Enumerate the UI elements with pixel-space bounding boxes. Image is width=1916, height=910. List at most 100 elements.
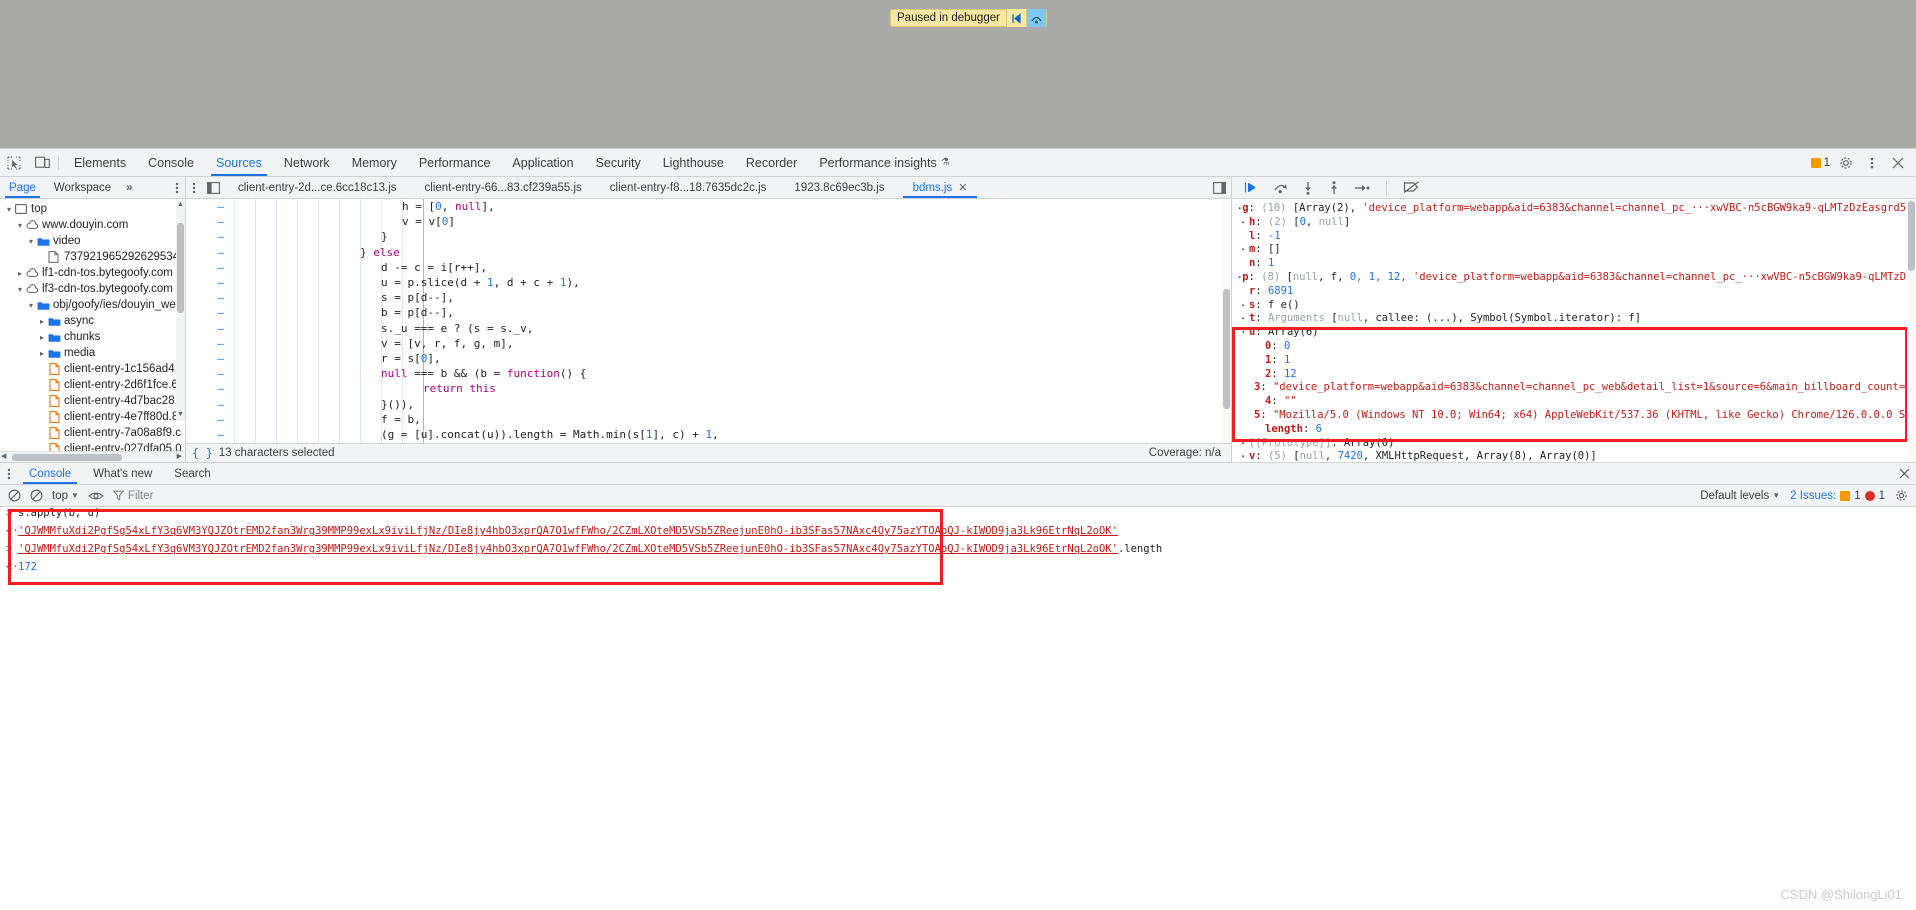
- line-gutter[interactable]: –: [186, 291, 230, 304]
- console-log-levels-dropdown[interactable]: Default levels ▼: [1700, 490, 1780, 502]
- file-tree-item[interactable]: lf1-cdn-tos.bytegoofy.com: [0, 265, 185, 281]
- tab-console[interactable]: Console: [137, 149, 205, 176]
- scope-variable-row[interactable]: 0: 0: [1238, 340, 1916, 354]
- file-tree-item[interactable]: client-entry-027dfa05.0: [0, 441, 185, 451]
- resume-script-icon[interactable]: [1006, 9, 1026, 27]
- close-icon[interactable]: ✕: [958, 181, 967, 194]
- tab-sources[interactable]: Sources: [205, 149, 273, 176]
- expand-twisty-icon[interactable]: ▸: [1238, 450, 1249, 462]
- code-line[interactable]: –b = p[d--],: [186, 305, 1231, 320]
- code-line[interactable]: –s._u === e ? (s = s._v,: [186, 321, 1231, 336]
- tree-twisty-icon[interactable]: [37, 317, 47, 326]
- scroll-right-icon[interactable]: ▶: [177, 452, 182, 460]
- file-tree-item[interactable]: obj/goofy/ies/douyin_we: [0, 297, 185, 313]
- step-into-next-call-icon[interactable]: [1302, 181, 1314, 195]
- scope-variable-row[interactable]: length: 6: [1238, 423, 1916, 437]
- tree-twisty-icon[interactable]: [15, 269, 25, 278]
- step-icon[interactable]: [1354, 182, 1370, 194]
- issues-summary[interactable]: 2 Issues: 1 1: [1790, 490, 1885, 502]
- deactivate-breakpoints-icon[interactable]: [1403, 181, 1420, 194]
- file-tab-0[interactable]: client-entry-2d...ce.6cc18c13.js: [224, 177, 411, 198]
- warning-count-chip[interactable]: 1: [1811, 157, 1830, 169]
- tab-elements[interactable]: Elements: [63, 149, 137, 176]
- console-row[interactable]: <·'QJWMMfuXdi2PgfSg54xLfY3q6VM3YQJZOtrEM…: [0, 525, 1916, 543]
- file-tree-item[interactable]: client-entry-4e7ff80d.8: [0, 409, 185, 425]
- scroll-down-icon[interactable]: ▼: [176, 411, 185, 421]
- scope-variable-row[interactable]: ▸h: (2) [0, null]: [1238, 216, 1916, 230]
- inspect-element-icon[interactable]: [0, 149, 28, 176]
- scope-variable-row[interactable]: ▸[[Prototype]]: Array(0): [1238, 437, 1916, 451]
- eye-icon[interactable]: [88, 490, 104, 502]
- tab-application[interactable]: Application: [501, 149, 584, 176]
- clear-console-icon[interactable]: [8, 489, 21, 502]
- tab-recorder[interactable]: Recorder: [735, 149, 808, 176]
- scope-variable-row[interactable]: 1: 1: [1238, 354, 1916, 368]
- code-lines[interactable]: –h = [0, null],–v = v[0]–}–} else–d -= c…: [186, 199, 1231, 443]
- line-gutter[interactable]: –: [186, 367, 230, 380]
- kebab-menu-icon[interactable]: [169, 177, 185, 198]
- file-tab-3[interactable]: 1923.8c69ec3b.js: [780, 177, 898, 198]
- code-line[interactable]: –s = p[d--],: [186, 290, 1231, 305]
- file-tree-item[interactable]: chunks: [0, 329, 185, 345]
- scrollbar-thumb[interactable]: [177, 223, 184, 313]
- line-gutter[interactable]: –: [186, 352, 230, 365]
- line-gutter[interactable]: –: [186, 428, 230, 441]
- scope-variable-row[interactable]: ▸v: (5) [null, 7420, XMLHttpRequest, Arr…: [1238, 450, 1916, 462]
- line-gutter[interactable]: –: [186, 215, 230, 228]
- editor-scrollbar[interactable]: [1222, 199, 1231, 443]
- expand-twisty-icon[interactable]: ▸: [1238, 216, 1249, 230]
- scope-variable-row[interactable]: ▸g: (10) [Array(2), 'device_platform=web…: [1238, 202, 1916, 216]
- file-tree-item[interactable]: async: [0, 313, 185, 329]
- close-icon[interactable]: [1892, 463, 1916, 484]
- file-tree[interactable]: topwww.douyin.comvideo737921965292629534…: [0, 199, 185, 451]
- file-tab-bdms-js[interactable]: bdms.js ✕: [899, 177, 982, 198]
- line-gutter[interactable]: –: [186, 306, 230, 319]
- code-line[interactable]: –h = [0, null],: [186, 199, 1231, 214]
- scope-variable-row[interactable]: ▾u: Array(6): [1238, 326, 1916, 340]
- gear-icon[interactable]: [1895, 489, 1908, 502]
- code-line[interactable]: –}: [186, 229, 1231, 244]
- navigator-tab-page[interactable]: Page: [0, 177, 45, 198]
- scope-variable-row[interactable]: 4: "": [1238, 395, 1916, 409]
- hscrollbar-thumb[interactable]: [12, 454, 122, 461]
- line-gutter[interactable]: –: [186, 230, 230, 243]
- scrollbar-thumb[interactable]: [1223, 289, 1230, 409]
- file-tree-item[interactable]: top: [0, 201, 185, 217]
- console-context-selector[interactable]: top ▼: [52, 490, 79, 502]
- scope-variable-row[interactable]: ▸t: Arguments [null, callee: (...), Symb…: [1238, 312, 1916, 326]
- line-gutter[interactable]: –: [186, 322, 230, 335]
- code-line[interactable]: –(g = [u].concat(u)).length = Math.min(s…: [186, 427, 1231, 442]
- code-editor[interactable]: –h = [0, null],–v = v[0]–}–} else–d -= c…: [186, 199, 1231, 443]
- scope-variable-row[interactable]: ▸m: []: [1238, 243, 1916, 257]
- code-line[interactable]: –d -= c = i[r++],: [186, 260, 1231, 275]
- gear-icon[interactable]: [1836, 153, 1856, 173]
- line-gutter[interactable]: –: [186, 337, 230, 350]
- line-gutter[interactable]: –: [186, 200, 230, 213]
- tree-twisty-icon[interactable]: [4, 205, 14, 214]
- drawer-tab-search[interactable]: Search: [163, 463, 221, 484]
- tree-twisty-icon[interactable]: [37, 349, 47, 358]
- code-line[interactable]: –u = p.slice(d + 1, d + c + 1),: [186, 275, 1231, 290]
- file-tree-item[interactable]: video: [0, 233, 185, 249]
- expand-twisty-icon[interactable]: ▸: [1238, 243, 1249, 257]
- file-tree-item[interactable]: media: [0, 345, 185, 361]
- expand-twisty-icon[interactable]: ▸: [1238, 437, 1249, 451]
- file-tree-scrollbar[interactable]: ▲ ▼: [176, 201, 185, 421]
- code-line[interactable]: –v = v[0]: [186, 214, 1231, 229]
- file-tree-horizontal-scrollbar[interactable]: ◀ ▶: [0, 451, 185, 462]
- scroll-left-icon[interactable]: ◀: [1, 452, 6, 460]
- device-toolbar-icon[interactable]: [28, 149, 56, 176]
- drawer-tab-whats-new[interactable]: What's new: [82, 463, 163, 484]
- code-line[interactable]: –null === b && (b = function() {: [186, 366, 1231, 381]
- file-tab-1[interactable]: client-entry-66...83.cf239a55.js: [411, 177, 596, 198]
- scrollbar-thumb[interactable]: [1908, 201, 1915, 271]
- scope-variable-row[interactable]: 3: "device_platform=webapp&aid=6383&chan…: [1238, 381, 1916, 395]
- file-tree-item[interactable]: client-entry-7a08a8f9.c: [0, 425, 185, 441]
- show-navigator-icon[interactable]: [202, 177, 224, 198]
- expand-twisty-icon[interactable]: ▸: [1238, 299, 1249, 313]
- scope-scrollbar[interactable]: [1907, 199, 1916, 462]
- navigator-tab-workspace[interactable]: Workspace: [45, 177, 120, 198]
- scope-variable-row[interactable]: 5: "Mozilla/5.0 (Windows NT 10.0; Win64;…: [1238, 409, 1916, 423]
- kebab-menu-icon[interactable]: [1862, 153, 1882, 173]
- scope-variable-row[interactable]: 2: 12: [1238, 368, 1916, 382]
